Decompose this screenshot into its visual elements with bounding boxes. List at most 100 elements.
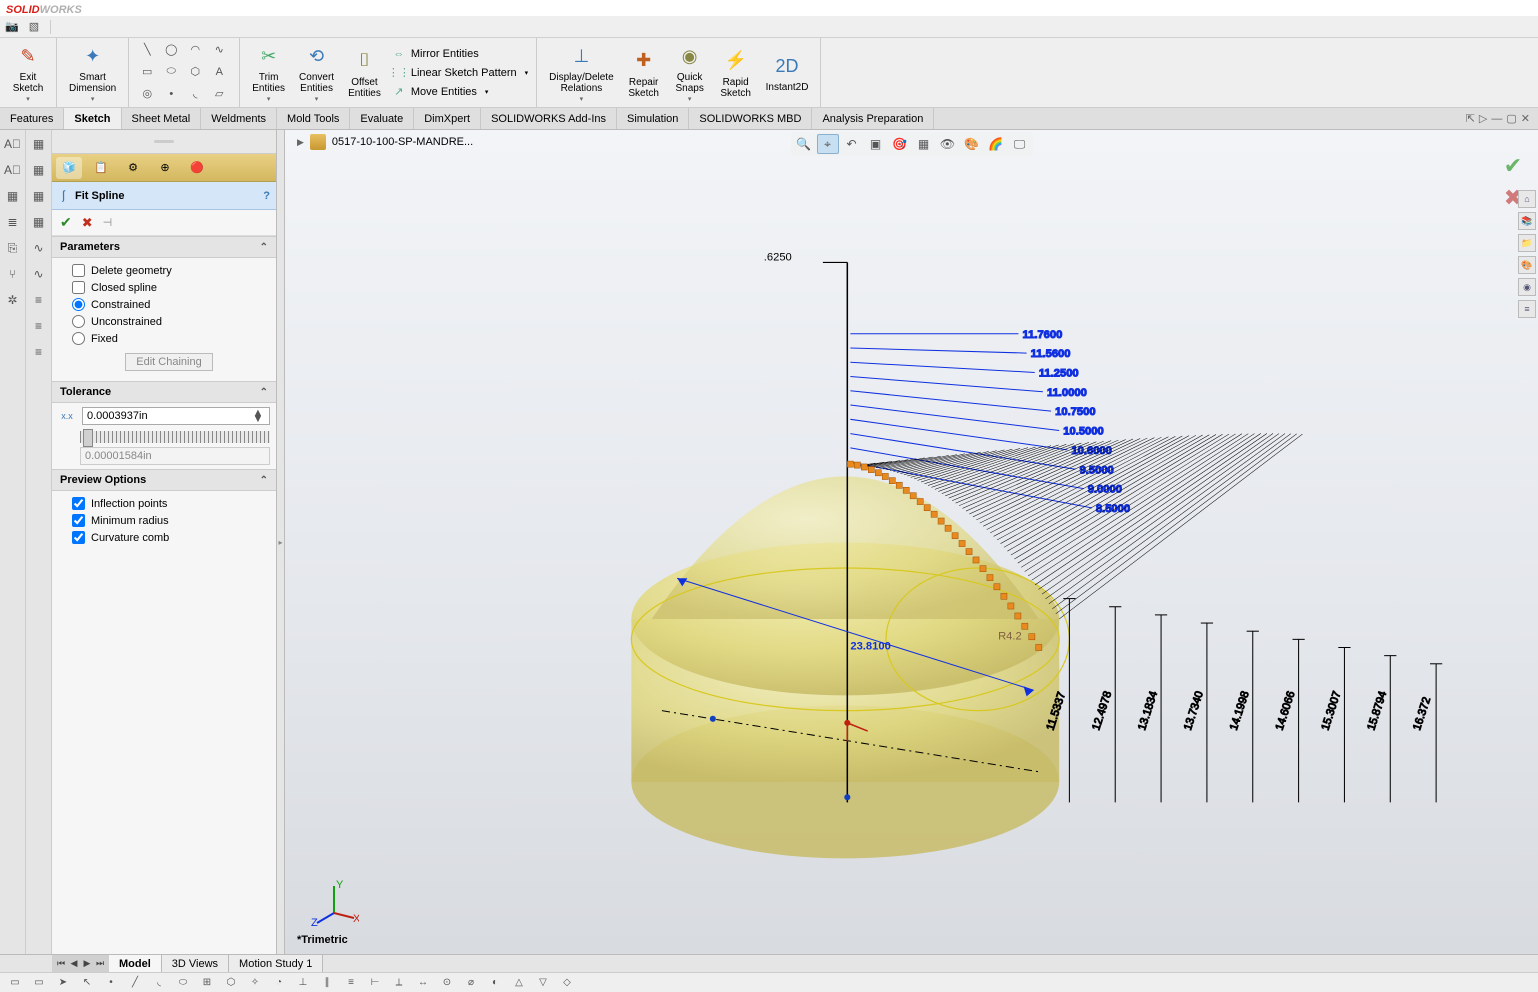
cancel-button[interactable]: ✖	[82, 215, 93, 231]
quick-snaps-button[interactable]: ◉Quick Snaps▾	[670, 40, 710, 105]
display-delete-relations-button[interactable]: ⊥Display/Delete Relations▾	[545, 40, 617, 105]
convert-entities-button[interactable]: ⟲Convert Entities▾	[295, 40, 338, 105]
ok-button[interactable]: ✔	[60, 214, 72, 231]
spin-down-icon[interactable]: ▼	[251, 416, 265, 422]
panel-splitter[interactable]: ▸	[277, 130, 285, 954]
delete-geometry-checkbox[interactable]: Delete geometry	[72, 264, 266, 277]
tolerance-input[interactable]: ▲▼	[82, 407, 270, 425]
constrained-radio[interactable]: Constrained	[72, 298, 266, 311]
spline-icon: ⎰	[58, 188, 69, 204]
grid3-icon[interactable]: ▦	[29, 186, 49, 206]
parameters-section-header[interactable]: Parameters⌃	[52, 236, 276, 258]
status-icon-1[interactable]: ▭	[6, 975, 24, 991]
dimxpert-manager-tab[interactable]: ⊕	[152, 157, 178, 179]
tab-dimxpert[interactable]: DimXpert	[414, 108, 481, 129]
fixed-radio[interactable]: Fixed	[72, 332, 266, 345]
tab-addins[interactable]: SOLIDWORKS Add-Ins	[481, 108, 617, 129]
fork-icon[interactable]: ⑂	[3, 264, 23, 284]
pin-icon[interactable]: ⊣	[103, 216, 113, 229]
preview-options-section-header[interactable]: Preview Options⌃	[52, 469, 276, 491]
tolerance-slider[interactable]	[80, 431, 270, 443]
camera-icon[interactable]: 📷	[4, 19, 20, 35]
configuration-manager-tab[interactable]: ⚙	[120, 157, 146, 179]
tab-model[interactable]: Model	[109, 955, 162, 972]
svg-text:16.372: 16.372	[1411, 696, 1433, 732]
tolerance-section-header[interactable]: Tolerance⌃	[52, 381, 276, 403]
tab-weldments[interactable]: Weldments	[201, 108, 277, 129]
tab-features[interactable]: Features	[0, 108, 64, 129]
rapid-sketch-button[interactable]: ⚡Rapid Sketch	[716, 40, 756, 105]
stack3-icon[interactable]: ≡	[29, 342, 49, 362]
tab-simulation[interactable]: Simulation	[617, 108, 689, 129]
stack-icon[interactable]: ≡	[29, 290, 49, 310]
status-arrow-icon[interactable]: ➤	[54, 975, 72, 991]
svg-text:13.1834: 13.1834	[1136, 690, 1160, 732]
grid2-icon[interactable]: ▦	[29, 160, 49, 180]
maximize-icon[interactable]: ▢	[1506, 112, 1516, 125]
unconstrained-radio[interactable]: Unconstrained	[72, 315, 266, 328]
tab-analysis-prep[interactable]: Analysis Preparation	[812, 108, 934, 129]
property-manager-tab[interactable]: 📋	[88, 157, 114, 179]
svg-text:Y: Y	[336, 879, 344, 891]
tab-mold-tools[interactable]: Mold Tools	[277, 108, 350, 129]
close-icon[interactable]: ✕	[1521, 112, 1530, 125]
tab-next-icon[interactable]: ▶	[81, 958, 93, 969]
stack2-icon[interactable]: ≡	[29, 316, 49, 336]
repair-sketch-button[interactable]: ✚Repair Sketch	[624, 40, 664, 105]
tab-evaluate[interactable]: Evaluate	[350, 108, 414, 129]
curve2-icon[interactable]: ∿	[29, 264, 49, 284]
tab-sheet-metal[interactable]: Sheet Metal	[122, 108, 202, 129]
polygon-icon[interactable]: ⬡	[185, 63, 205, 81]
tab-motion-study[interactable]: Motion Study 1	[229, 955, 323, 972]
fillet-icon[interactable]: ◟	[185, 85, 205, 103]
move-entities-button[interactable]: ↗Move Entities▾	[391, 84, 528, 100]
status-icon-2[interactable]: ▭	[30, 975, 48, 991]
tab-first-icon[interactable]: ⏮	[55, 958, 67, 969]
closed-spline-checkbox[interactable]: Closed spline	[72, 281, 266, 294]
slot-icon[interactable]: ⬭	[161, 63, 181, 81]
expand-icon[interactable]: ⇱	[1466, 112, 1475, 125]
instant2d-button[interactable]: 2DInstant2D	[762, 40, 813, 105]
plane-icon[interactable]: ▱	[209, 85, 229, 103]
cube-icon[interactable]: ▧	[26, 19, 42, 35]
minimum-radius-checkbox[interactable]: Minimum radius	[72, 514, 266, 527]
feature-manager-tab[interactable]: 🧊	[56, 157, 82, 179]
help-icon[interactable]: ?	[263, 190, 270, 202]
tab-last-icon[interactable]: ⏭	[94, 958, 106, 969]
copy-icon[interactable]: ⎘	[3, 238, 23, 258]
rect-icon[interactable]: ▭	[137, 63, 157, 81]
curvature-comb-checkbox[interactable]: Curvature comb	[72, 531, 266, 544]
ellipse-icon[interactable]: ◎	[137, 85, 157, 103]
layer-icon[interactable]: ≣	[3, 212, 23, 232]
arc-icon[interactable]: ◠	[185, 41, 205, 59]
orientation-triad[interactable]: Y X Z	[309, 878, 359, 928]
grid-icon[interactable]: ▦	[29, 134, 49, 154]
inflection-points-checkbox[interactable]: Inflection points	[72, 497, 266, 510]
line-icon[interactable]: ╲	[137, 41, 157, 59]
tab-mbd[interactable]: SOLIDWORKS MBD	[689, 108, 812, 129]
tab-sketch[interactable]: Sketch	[64, 108, 121, 129]
graphics-viewport[interactable]: ▶ 0517-10-100-SP-MANDRE... 🔍 ⌖ ↶ ▣ 🎯 ▦ 👁…	[285, 130, 1538, 954]
tab-prev-icon[interactable]: ◀	[68, 958, 80, 969]
annotation-icon[interactable]: A⃞	[3, 134, 23, 154]
block-icon[interactable]: ▦	[3, 186, 23, 206]
linear-pattern-button[interactable]: ⋮⋮Linear Sketch Pattern▾	[391, 65, 528, 81]
next-icon[interactable]: ▷	[1479, 112, 1487, 125]
circle-icon[interactable]: ◯	[161, 41, 181, 59]
point-icon[interactable]: •	[161, 85, 181, 103]
mirror-entities-button[interactable]: ⇔Mirror Entities	[391, 46, 528, 62]
annotation2-icon[interactable]: A⃞	[3, 160, 23, 180]
status-cursor-icon[interactable]: ↖	[78, 975, 96, 991]
exit-sketch-button[interactable]: ✎ Exit Sketch ▾	[8, 40, 48, 105]
display-manager-tab[interactable]: 🔴	[184, 157, 210, 179]
offset-entities-button[interactable]: ⌷Offset Entities	[344, 40, 385, 105]
tab-3d-views[interactable]: 3D Views	[162, 955, 229, 972]
trim-entities-button[interactable]: ✂Trim Entities▾	[248, 40, 289, 105]
text-icon[interactable]: A	[209, 63, 229, 81]
gear-icon[interactable]: ✲	[3, 290, 23, 310]
spline-icon[interactable]: ∿	[209, 41, 229, 59]
smart-dimension-button[interactable]: ✦ Smart Dimension ▾	[65, 40, 120, 105]
grid4-icon[interactable]: ▦	[29, 212, 49, 232]
curve-icon[interactable]: ∿	[29, 238, 49, 258]
minimize-icon[interactable]: —	[1491, 113, 1502, 125]
